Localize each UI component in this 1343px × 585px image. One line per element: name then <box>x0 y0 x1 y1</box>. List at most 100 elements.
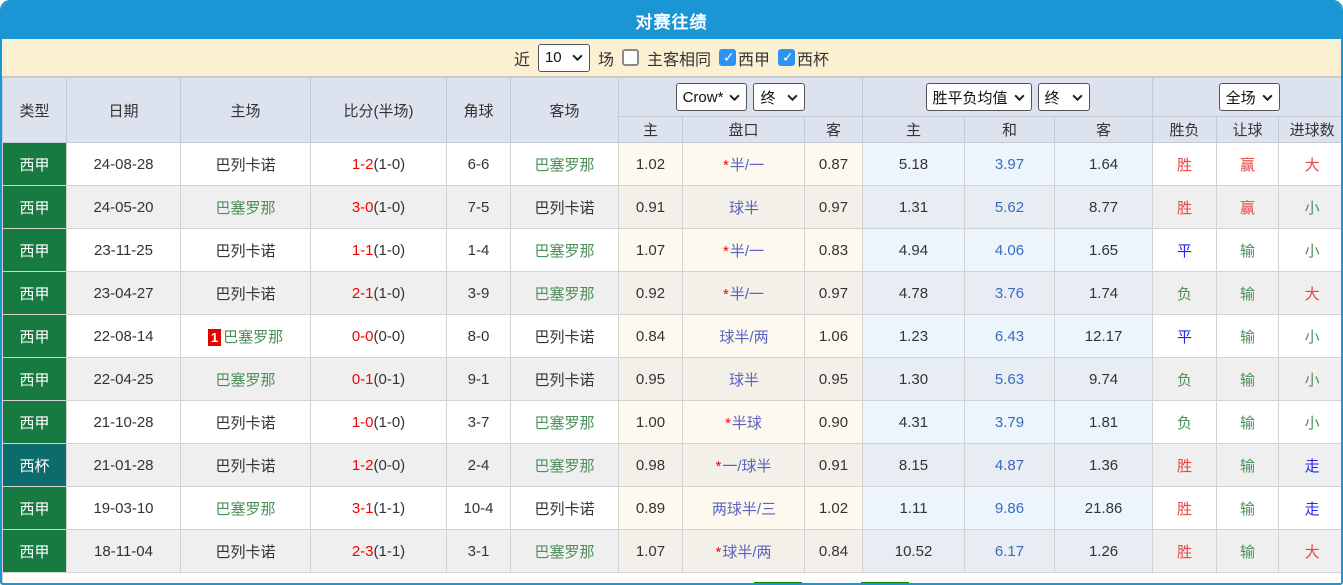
away-team-name: 巴塞罗那 <box>534 156 595 174</box>
half-score: (1-0) <box>373 413 406 431</box>
handicap-line: *半/一 <box>682 142 805 186</box>
chevron-down-icon <box>1013 94 1025 101</box>
home-team-name: 巴列卡诺 <box>215 457 276 475</box>
avg-draw-odds: 3.76 <box>964 271 1056 315</box>
handicap-line: 球半/两 <box>682 314 805 358</box>
cup-checkbox[interactable] <box>778 49 796 66</box>
half-score: (1-1) <box>373 499 406 517</box>
avg-home-odds: 1.31 <box>862 185 966 229</box>
home-odds: 1.07 <box>618 529 683 573</box>
score-cell: 1-0(1-0) <box>310 400 447 444</box>
full-score: 1-2 <box>351 456 374 474</box>
home-team-name: 巴塞罗那 <box>215 199 276 217</box>
odds-time-select[interactable]: 终 <box>753 83 806 111</box>
goals-result-cell: 大 <box>1278 142 1341 186</box>
score-cell: 2-3(1-1) <box>310 529 447 573</box>
half-score: (0-0) <box>373 456 406 474</box>
score-cell: 2-1(1-0) <box>310 271 447 315</box>
subcol-handicap-result: 让球 <box>1216 116 1280 143</box>
half-score: (0-0) <box>373 327 406 345</box>
handicap-line: *一/球半 <box>682 443 805 487</box>
avg-away-odds: 1.36 <box>1054 443 1154 487</box>
score-cell: 3-0(1-0) <box>310 185 447 229</box>
home-team: 巴列卡诺 <box>180 271 311 315</box>
subcol-handicap: 盘口 <box>682 116 805 143</box>
games-count-select[interactable]: 10 <box>537 43 590 72</box>
score-cell: 0-1(0-1) <box>310 357 447 401</box>
home-odds: 1.07 <box>618 228 683 272</box>
away-team-name: 巴塞罗那 <box>534 457 595 475</box>
changed-marker: * <box>722 285 729 303</box>
league-label: 西甲 <box>738 51 771 69</box>
league-checkbox[interactable] <box>719 49 736 66</box>
competition-badge: 西甲 <box>2 185 67 229</box>
subcol-avg-home: 主 <box>862 116 966 143</box>
goals-result-cell: 小 <box>1278 185 1341 229</box>
full-score: 0-1 <box>351 370 374 388</box>
games-count-value: 10 <box>544 49 562 66</box>
changed-marker: * <box>715 543 722 561</box>
scope-group-header: 全场 <box>1152 77 1341 117</box>
full-score: 1-2 <box>351 155 374 173</box>
match-date: 23-04-27 <box>66 271 181 315</box>
home-team: 巴列卡诺 <box>180 400 311 444</box>
away-team: 巴塞罗那 <box>510 400 619 444</box>
handicap-result-cell: 输 <box>1216 271 1280 315</box>
handicap-line: 球半 <box>682 185 805 229</box>
result-cell: 胜 <box>1152 529 1218 573</box>
away-team: 巴列卡诺 <box>510 185 619 229</box>
away-team: 巴塞罗那 <box>510 443 619 487</box>
full-score: 0-0 <box>351 327 374 345</box>
chevron-down-icon <box>1071 94 1083 101</box>
avg-draw-odds: 5.62 <box>964 185 1056 229</box>
cup-label: 西杯 <box>797 51 830 69</box>
avg-home-odds: 10.52 <box>862 529 966 573</box>
away-team-name: 巴塞罗那 <box>534 414 595 432</box>
away-odds: 0.91 <box>803 443 864 487</box>
subcol-result: 胜负 <box>1152 116 1218 143</box>
away-odds: 0.97 <box>803 271 864 315</box>
match-date: 21-01-28 <box>66 443 181 487</box>
col-header-type: 类型 <box>2 77 67 143</box>
avg-away-odds: 21.86 <box>1054 486 1154 530</box>
score-cell: 1-2(0-0) <box>310 443 447 487</box>
subcol-avg-away: 客 <box>1054 116 1154 143</box>
goals-result-cell: 小 <box>1278 314 1341 358</box>
odds-company-select[interactable]: Crow* <box>675 83 748 111</box>
corner-score: 8-0 <box>446 314 511 358</box>
avg-home-odds: 8.15 <box>862 443 966 487</box>
handicap-line: *半/一 <box>682 228 805 272</box>
odds-company-value: Crow* <box>682 88 724 106</box>
handicap-line: 两球半/三 <box>682 486 805 530</box>
match-row: 西甲 18-11-04 巴列卡诺 2-3(1-1) 3-1 巴塞罗那 1.07 … <box>2 529 1341 573</box>
away-team: 巴塞罗那 <box>510 271 619 315</box>
handicap-text: 球半/两 <box>719 328 769 346</box>
home-odds: 0.98 <box>618 443 683 487</box>
corner-score: 6-6 <box>446 142 511 186</box>
full-score: 2-1 <box>351 284 374 302</box>
scope-value: 全场 <box>1225 89 1256 107</box>
filter-bar: 近 10 场 主客相同 西甲 西杯 <box>2 39 1341 77</box>
result-cell: 平 <box>1152 314 1218 358</box>
competition-badge: 西甲 <box>2 486 67 530</box>
home-team: 巴塞罗那 <box>180 357 311 401</box>
handicap-text: 半/一 <box>729 285 764 303</box>
same-venue-checkbox[interactable] <box>621 49 639 66</box>
avg-home-odds: 4.94 <box>862 228 966 272</box>
full-score: 3-0 <box>351 198 374 216</box>
scope-select[interactable]: 全场 <box>1218 83 1280 111</box>
away-team: 巴列卡诺 <box>510 486 619 530</box>
handicap-result-cell: 输 <box>1216 443 1280 487</box>
away-team: 巴塞罗那 <box>510 529 619 573</box>
handicap-text: 半球 <box>731 414 762 432</box>
near-label: 近 <box>513 51 530 69</box>
corner-score: 3-7 <box>446 400 511 444</box>
home-team: 巴塞罗那 <box>180 486 311 530</box>
competition-badge: 西甲 <box>2 228 67 272</box>
match-date: 19-03-10 <box>66 486 181 530</box>
chevron-down-icon <box>572 54 583 61</box>
avg-type-select[interactable]: 胜平负均值 <box>925 83 1032 111</box>
avg-time-select[interactable]: 终 <box>1037 83 1090 111</box>
result-cell: 平 <box>1152 228 1218 272</box>
home-odds: 0.89 <box>618 486 683 530</box>
